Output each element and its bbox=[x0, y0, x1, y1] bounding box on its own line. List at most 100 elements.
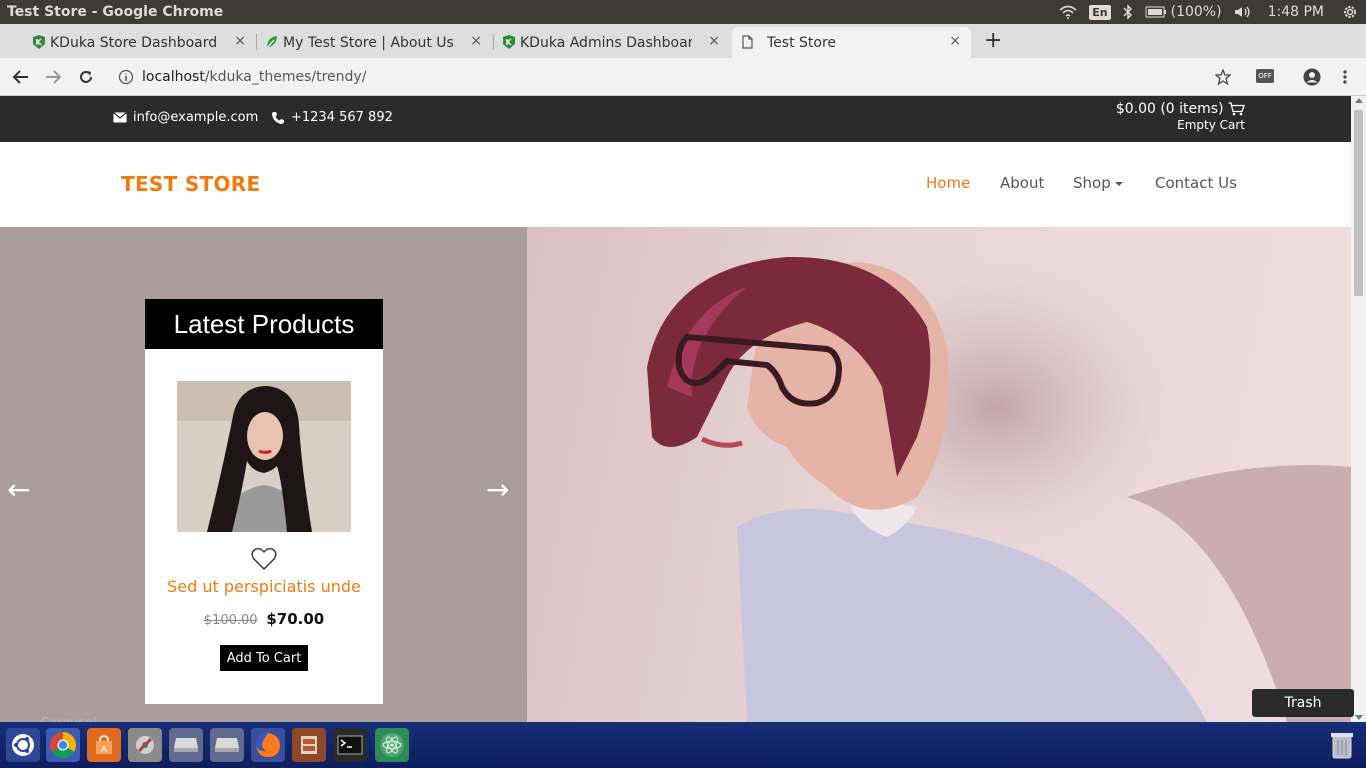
drive-launcher-1[interactable] bbox=[169, 728, 203, 762]
info-icon[interactable] bbox=[118, 69, 134, 85]
address-bar[interactable]: localhost/kduka_themes/trendy/ bbox=[108, 62, 1242, 92]
battery-percent: (100%) bbox=[1170, 4, 1222, 20]
url-path: /kduka_themes/trendy/ bbox=[204, 69, 367, 85]
firefox-launcher[interactable] bbox=[251, 728, 285, 762]
store-logo[interactable]: TEST STORE bbox=[121, 172, 260, 196]
new-tab-button[interactable]: + bbox=[984, 30, 1002, 52]
scroll-up-icon[interactable] bbox=[1355, 98, 1363, 103]
chrome-icon bbox=[50, 731, 77, 759]
hard-drive-icon bbox=[215, 738, 239, 752]
tab-test-store[interactable]: Test Store × bbox=[732, 27, 971, 58]
menu-button[interactable] bbox=[1334, 66, 1356, 88]
tools-icon bbox=[136, 736, 154, 754]
svg-text:A: A bbox=[101, 745, 108, 755]
cart-summary: $0.00 (0 items) bbox=[1115, 101, 1224, 117]
volume-icon[interactable] bbox=[1234, 5, 1252, 19]
url-host: localhost bbox=[142, 69, 205, 85]
envelope-icon bbox=[113, 112, 127, 123]
woman-with-glasses-illustration bbox=[647, 256, 1351, 722]
extension-off-badge[interactable]: OFF bbox=[1256, 69, 1274, 83]
firefox-icon bbox=[256, 733, 280, 757]
mini-cart[interactable]: $0.00 (0 items) Empty Cart bbox=[1116, 101, 1245, 132]
filing-cabinet-icon bbox=[301, 736, 317, 754]
kebab-menu-icon bbox=[1343, 70, 1347, 84]
system-settings-launcher[interactable] bbox=[128, 728, 162, 762]
tab-close-icon[interactable]: × bbox=[949, 33, 961, 49]
sale-price: $70.00 bbox=[266, 610, 325, 628]
chrome-launcher[interactable] bbox=[46, 728, 80, 762]
cart-icon bbox=[1228, 102, 1245, 116]
tab-strip: KDuka Store Dashboard × My Test Store | … bbox=[0, 24, 1366, 58]
empty-cart-link[interactable]: Empty Cart bbox=[1116, 118, 1245, 132]
battery-icon[interactable] bbox=[1145, 6, 1167, 18]
bookmark-star-button[interactable] bbox=[1212, 66, 1234, 88]
tab-close-icon[interactable]: × bbox=[470, 33, 482, 49]
latest-products-card: Latest Products Sed ut perspiciatis unde… bbox=[145, 299, 383, 704]
bluetooth-icon[interactable] bbox=[1123, 4, 1133, 20]
store-header: TEST STORE Home About Shop Contact Us bbox=[0, 142, 1351, 227]
tab-label: Test Store bbox=[767, 34, 837, 51]
reload-button[interactable] bbox=[75, 66, 97, 88]
scroll-down-icon[interactable] bbox=[1355, 715, 1363, 720]
reload-icon bbox=[80, 71, 92, 83]
software-center-launcher[interactable]: A bbox=[87, 728, 121, 762]
carousel-next-button[interactable]: → bbox=[486, 476, 509, 504]
drive-launcher-2[interactable] bbox=[210, 728, 244, 762]
os-top-panel: Test Store - Google Chrome En (100%) 1:4… bbox=[0, 0, 1366, 24]
terminal-icon bbox=[337, 735, 363, 755]
atom-icon bbox=[380, 733, 404, 757]
keyboard-layout-indicator[interactable]: En bbox=[1089, 4, 1111, 20]
profile-button[interactable] bbox=[1301, 66, 1323, 88]
product-image[interactable] bbox=[177, 381, 351, 532]
page-scrollbar[interactable] bbox=[1351, 96, 1366, 722]
settings-gear-icon[interactable] bbox=[1342, 4, 1358, 20]
tab-kduka-store-dashboard[interactable]: KDuka Store Dashboard × bbox=[24, 27, 256, 58]
tab-label: KDuka Admins Dashboard bbox=[520, 34, 692, 51]
terminal-launcher[interactable] bbox=[333, 728, 367, 762]
back-button[interactable] bbox=[10, 66, 32, 88]
arrow-left-icon bbox=[12, 70, 28, 84]
leaf-favicon-icon bbox=[266, 36, 277, 49]
tab-label: KDuka Store Dashboard bbox=[50, 34, 218, 51]
carousel-prev-button[interactable]: ← bbox=[7, 476, 30, 504]
old-price: $100.00 bbox=[203, 613, 258, 628]
latest-products-title: Latest Products bbox=[145, 299, 383, 349]
shopping-bag-icon: A bbox=[96, 735, 112, 755]
tab-close-icon[interactable]: × bbox=[708, 33, 720, 49]
document-favicon-icon bbox=[742, 35, 753, 49]
tab-about-us[interactable]: My Test Store | About Us × bbox=[257, 27, 492, 58]
nav-home[interactable]: Home bbox=[926, 174, 970, 192]
forward-button[interactable] bbox=[42, 66, 64, 88]
product-name[interactable]: Sed ut perspiciatis unde bbox=[145, 577, 383, 596]
arrow-right-icon bbox=[46, 70, 62, 84]
hero-carousel: ← → Latest Products Sed ut perspiciatis … bbox=[0, 227, 1351, 722]
tab-kduka-admins-dashboard[interactable]: KDuka Admins Dashboard × bbox=[494, 27, 730, 58]
dash-button[interactable] bbox=[6, 728, 40, 762]
hard-drive-icon bbox=[174, 738, 198, 752]
email-contact[interactable]: info@example.com bbox=[113, 110, 258, 125]
star-icon bbox=[1215, 69, 1231, 85]
caret-down-icon bbox=[1114, 181, 1123, 186]
product-photo-woman bbox=[177, 381, 351, 532]
nav-contact-us[interactable]: Contact Us bbox=[1155, 174, 1237, 192]
atom-launcher[interactable] bbox=[375, 728, 409, 762]
product-price: $100.00 $70.00 bbox=[145, 610, 383, 628]
add-to-cart-button[interactable]: Add To Cart bbox=[220, 645, 308, 671]
kduka-favicon-icon bbox=[33, 35, 45, 49]
trash-launcher[interactable] bbox=[1325, 728, 1359, 762]
clock[interactable]: 1:48 PM bbox=[1268, 4, 1324, 20]
ubuntu-launcher: A bbox=[0, 722, 1366, 768]
nav-shop[interactable]: Shop bbox=[1073, 174, 1123, 192]
browser-toolbar: localhost/kduka_themes/trendy/ OFF bbox=[0, 58, 1366, 96]
store-top-info-bar: info@example.com +1234 567 892 $0.00 (0 … bbox=[0, 96, 1351, 142]
wifi-icon[interactable] bbox=[1059, 5, 1077, 19]
phone-icon bbox=[272, 111, 284, 124]
nav-shop-label: Shop bbox=[1073, 174, 1111, 192]
tab-close-icon[interactable]: × bbox=[234, 33, 246, 49]
nav-about[interactable]: About bbox=[1000, 174, 1044, 192]
scroll-thumb[interactable] bbox=[1354, 110, 1363, 296]
file-manager-launcher[interactable] bbox=[292, 728, 326, 762]
wishlist-heart-icon[interactable] bbox=[251, 547, 277, 571]
phone-contact[interactable]: +1234 567 892 bbox=[271, 110, 393, 125]
tab-label: My Test Store | About Us bbox=[283, 34, 454, 51]
